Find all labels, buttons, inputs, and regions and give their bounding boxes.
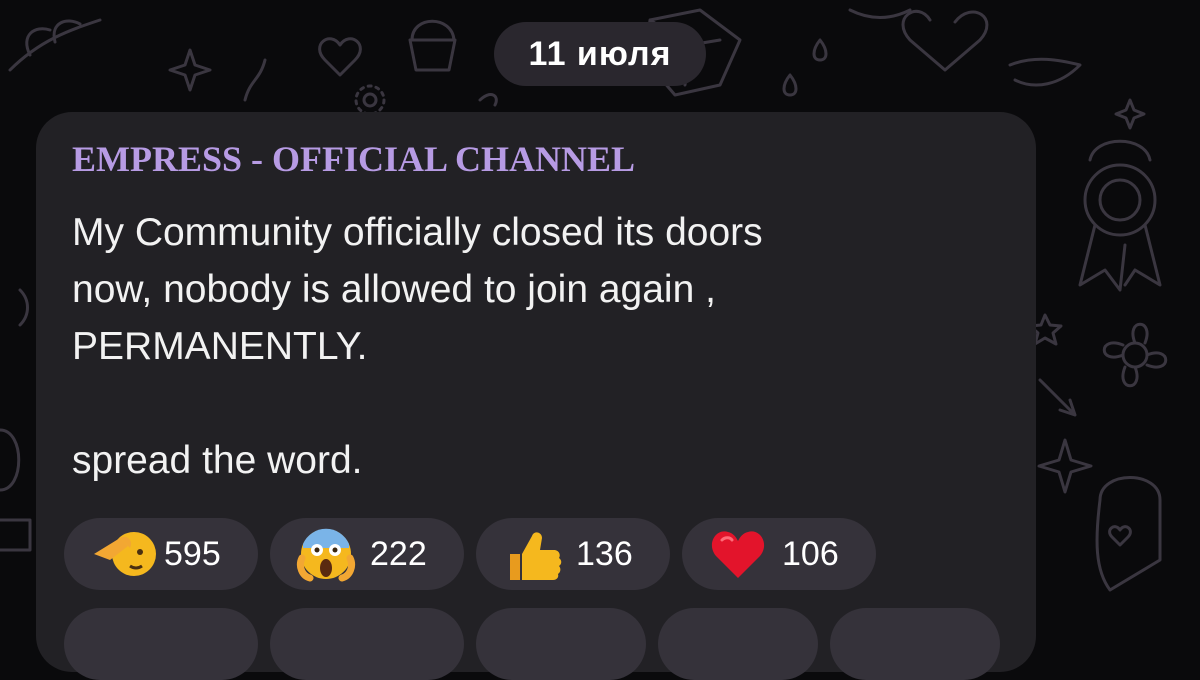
message-line: now, nobody is allowed to join again ,	[72, 268, 716, 311]
message-line: My Community officially closed its doors	[72, 211, 763, 254]
date-separator: 11 июля	[494, 22, 706, 86]
message-line: PERMANENTLY.	[72, 325, 368, 368]
reaction-pill-partial[interactable]	[270, 608, 464, 680]
message-line: spread the word.	[72, 439, 363, 482]
reaction-thumbs-up[interactable]: 136	[476, 518, 670, 590]
reaction-pill-partial[interactable]	[476, 608, 646, 680]
reaction-count: 136	[576, 534, 633, 573]
reaction-saluting[interactable]: 595	[64, 518, 258, 590]
date-label: 11 июля	[528, 34, 672, 73]
thumbs-up-icon	[502, 523, 572, 585]
reaction-count: 222	[370, 534, 427, 573]
reaction-count: 595	[164, 534, 221, 573]
message-text: My Community officially closed its doors…	[72, 204, 1012, 489]
reaction-pill-partial[interactable]	[64, 608, 258, 680]
saluting-face-icon	[90, 523, 160, 585]
red-heart-icon	[708, 523, 778, 585]
reaction-pill-partial[interactable]	[830, 608, 1000, 680]
screaming-face-icon	[296, 523, 366, 585]
channel-name[interactable]: EMPRESS - OFFICIAL CHANNEL	[72, 138, 635, 180]
reaction-screaming[interactable]: 222	[270, 518, 464, 590]
reaction-heart[interactable]: 106	[682, 518, 876, 590]
reaction-pill-partial[interactable]	[658, 608, 818, 680]
reaction-count: 106	[782, 534, 839, 573]
